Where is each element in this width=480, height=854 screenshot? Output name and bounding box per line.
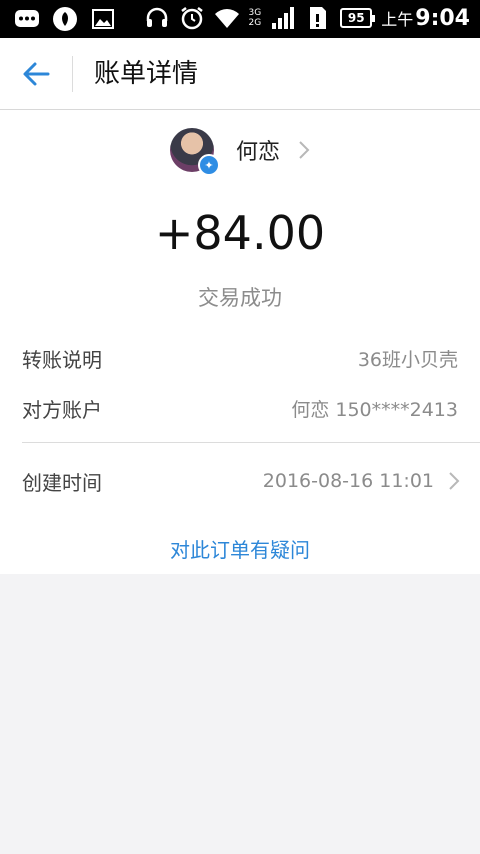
status-bar-right: 3G 2G 95 上午 9:04 — [144, 5, 470, 31]
payee-name: 何恋 — [235, 140, 280, 165]
alarm-icon — [180, 7, 203, 30]
battery-level: 95 — [347, 11, 365, 25]
image-icon — [92, 9, 114, 29]
title-bar: 账单详情 — [0, 38, 480, 110]
battery-indicator: 95 — [340, 8, 376, 28]
back-arrow-icon[interactable] — [18, 56, 54, 92]
network-type-bottom: 2G — [248, 18, 262, 28]
transaction-amount: +84.00 — [154, 206, 326, 260]
detail-value-account: 何恋 150****2413 — [291, 398, 458, 421]
section-divider — [22, 442, 480, 443]
app-notification-icon — [53, 7, 77, 31]
title-divider — [72, 56, 73, 92]
status-bar: 3G 2G 95 上午 9:04 — [0, 0, 480, 38]
clock-time: 9:04 — [415, 5, 470, 31]
bill-detail-card: ✦ 何恋 +84.00 交易成功 转账说明 36班小贝壳 对方账户 何恋 150… — [0, 110, 480, 574]
page-title: 账单详情 — [94, 59, 199, 89]
status-bar-left — [14, 6, 116, 32]
signal-icon — [272, 7, 295, 29]
clock: 上午 9:04 — [381, 6, 470, 31]
detail-value-created-time: 2016-08-16 11:01 — [262, 470, 434, 492]
network-type: 3G 2G — [249, 8, 262, 28]
chevron-right-icon — [299, 141, 310, 159]
detail-label-note: 转账说明 — [22, 347, 102, 372]
detail-value-note: 36班小贝壳 — [357, 348, 458, 371]
detail-label-account: 对方账户 — [22, 397, 102, 422]
order-question-link[interactable]: 对此订单有疑问 — [0, 534, 480, 563]
payee-row[interactable]: ✦ 何恋 — [0, 126, 480, 176]
headset-icon — [146, 7, 167, 27]
verified-badge-icon: ✦ — [197, 154, 220, 176]
detail-row-note: 转账说明 36班小贝壳 — [22, 338, 458, 378]
detail-row-account: 对方账户 何恋 150****2413 — [22, 388, 458, 428]
clock-ampm: 上午 — [381, 9, 414, 29]
message-icon — [15, 10, 39, 27]
sim-notification-icon — [310, 7, 327, 29]
detail-row-created-time[interactable]: 创建时间 2016-08-16 11:01 — [22, 461, 460, 501]
wifi-icon — [214, 9, 239, 29]
avatar[interactable]: ✦ — [169, 128, 220, 176]
detail-label-created-time: 创建时间 — [22, 470, 102, 495]
transaction-status: 交易成功 — [198, 286, 282, 310]
chevron-right-icon — [449, 472, 460, 490]
network-type-top: 3G — [248, 8, 262, 18]
detail-value-wrap: 2016-08-16 11:01 — [262, 470, 460, 492]
